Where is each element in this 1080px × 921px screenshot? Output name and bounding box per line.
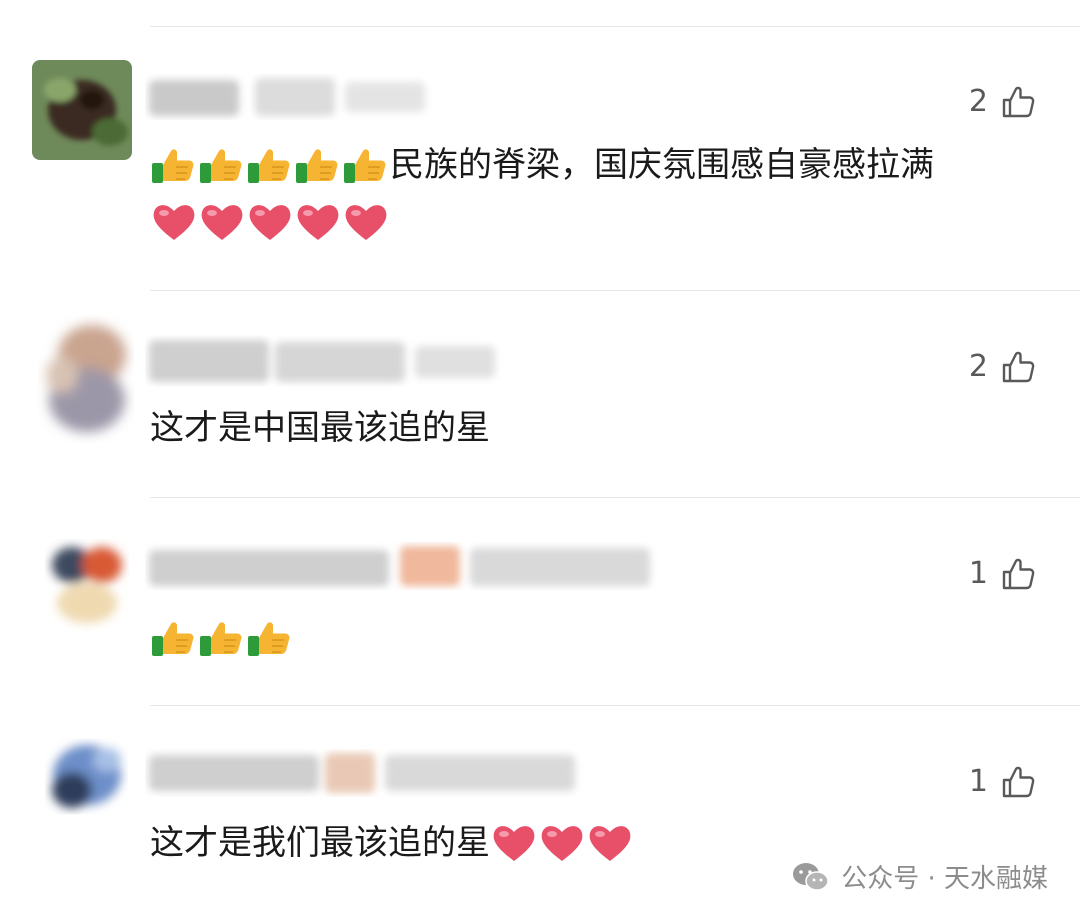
red-heart-emoji-icon xyxy=(493,826,535,861)
red-heart-emoji-icon xyxy=(201,205,243,240)
thumbs-up-emoji-icon xyxy=(152,622,194,656)
comment-body: 这才是我们最该追的星 xyxy=(150,823,490,863)
avatar[interactable] xyxy=(32,60,132,160)
like-count: 2 xyxy=(968,84,988,119)
comment-text: 民族的脊梁，国庆氛围感自豪感拉满 xyxy=(150,143,934,187)
wechat-icon xyxy=(793,862,829,891)
like-control[interactable]: 1 xyxy=(969,552,1036,596)
thumbs-up-emoji-icon xyxy=(200,622,242,656)
avatar-blurred-image xyxy=(32,725,132,835)
comment-list: 2 民族的脊梁，国庆氛围感自豪感拉满 2 这才是中国最该追的星 1 1 这才是我… xyxy=(0,0,1080,921)
comment-body: 民族的脊梁，国庆氛围感自豪感拉满 xyxy=(390,145,934,185)
thumbs-up-outline-icon[interactable] xyxy=(1000,764,1036,800)
divider xyxy=(150,290,1080,291)
thumbs-up-emoji-group xyxy=(150,616,294,660)
avatar[interactable] xyxy=(32,725,132,835)
like-control[interactable]: 2 xyxy=(969,80,1036,124)
red-heart-emoji-icon xyxy=(153,205,195,240)
username-redacted[interactable] xyxy=(145,745,585,801)
username-redacted[interactable] xyxy=(145,334,505,390)
divider xyxy=(150,26,1080,27)
thumbs-up-emoji-icon xyxy=(296,149,338,183)
like-count: 1 xyxy=(968,556,988,591)
comment-body: 这才是中国最该追的星 xyxy=(150,408,490,448)
thumbs-up-emoji-group xyxy=(150,143,390,187)
avatar-blurred-image xyxy=(32,60,132,160)
heart-emoji-group xyxy=(490,821,634,865)
watermark-text: 公众号 · 天水融媒 xyxy=(841,864,1048,894)
heart-emoji-group xyxy=(150,200,390,244)
thumbs-up-outline-icon[interactable] xyxy=(1000,84,1036,120)
thumbs-up-emoji-icon xyxy=(248,149,290,183)
like-count: 1 xyxy=(968,764,988,799)
blurred-username xyxy=(149,340,495,382)
watermark: 公众号 · 天水融媒 xyxy=(791,858,1048,895)
thumbs-up-outline-icon[interactable] xyxy=(1000,556,1036,592)
avatar[interactable] xyxy=(32,300,142,450)
thumbs-up-emoji-icon xyxy=(200,149,242,183)
thumbs-up-outline-icon[interactable] xyxy=(1000,349,1036,385)
like-control[interactable]: 2 xyxy=(969,345,1036,389)
thumbs-up-emoji-icon xyxy=(152,149,194,183)
red-heart-emoji-icon xyxy=(345,205,387,240)
avatar-blurred-image xyxy=(32,525,132,635)
username-redacted[interactable] xyxy=(145,540,660,596)
thumbs-up-emoji-icon xyxy=(248,622,290,656)
blurred-username xyxy=(149,753,575,793)
divider xyxy=(150,497,1080,498)
red-heart-emoji-icon xyxy=(541,826,583,861)
red-heart-emoji-icon xyxy=(297,205,339,240)
red-heart-emoji-icon xyxy=(249,205,291,240)
comment-text: 这才是中国最该追的星 xyxy=(150,406,490,450)
like-count: 2 xyxy=(968,349,988,384)
username-redacted[interactable] xyxy=(145,70,435,126)
thumbs-up-emoji-icon xyxy=(344,149,386,183)
avatar[interactable] xyxy=(32,525,132,635)
comment-text xyxy=(150,616,294,660)
comment-text: 这才是我们最该追的星 xyxy=(150,821,634,865)
blurred-username xyxy=(149,546,650,586)
blurred-username xyxy=(149,78,425,116)
avatar-blurred-image xyxy=(32,300,142,450)
red-heart-emoji-icon xyxy=(589,826,631,861)
like-control[interactable]: 1 xyxy=(969,760,1036,804)
heart-emoji-row xyxy=(150,200,390,244)
divider xyxy=(150,705,1080,706)
